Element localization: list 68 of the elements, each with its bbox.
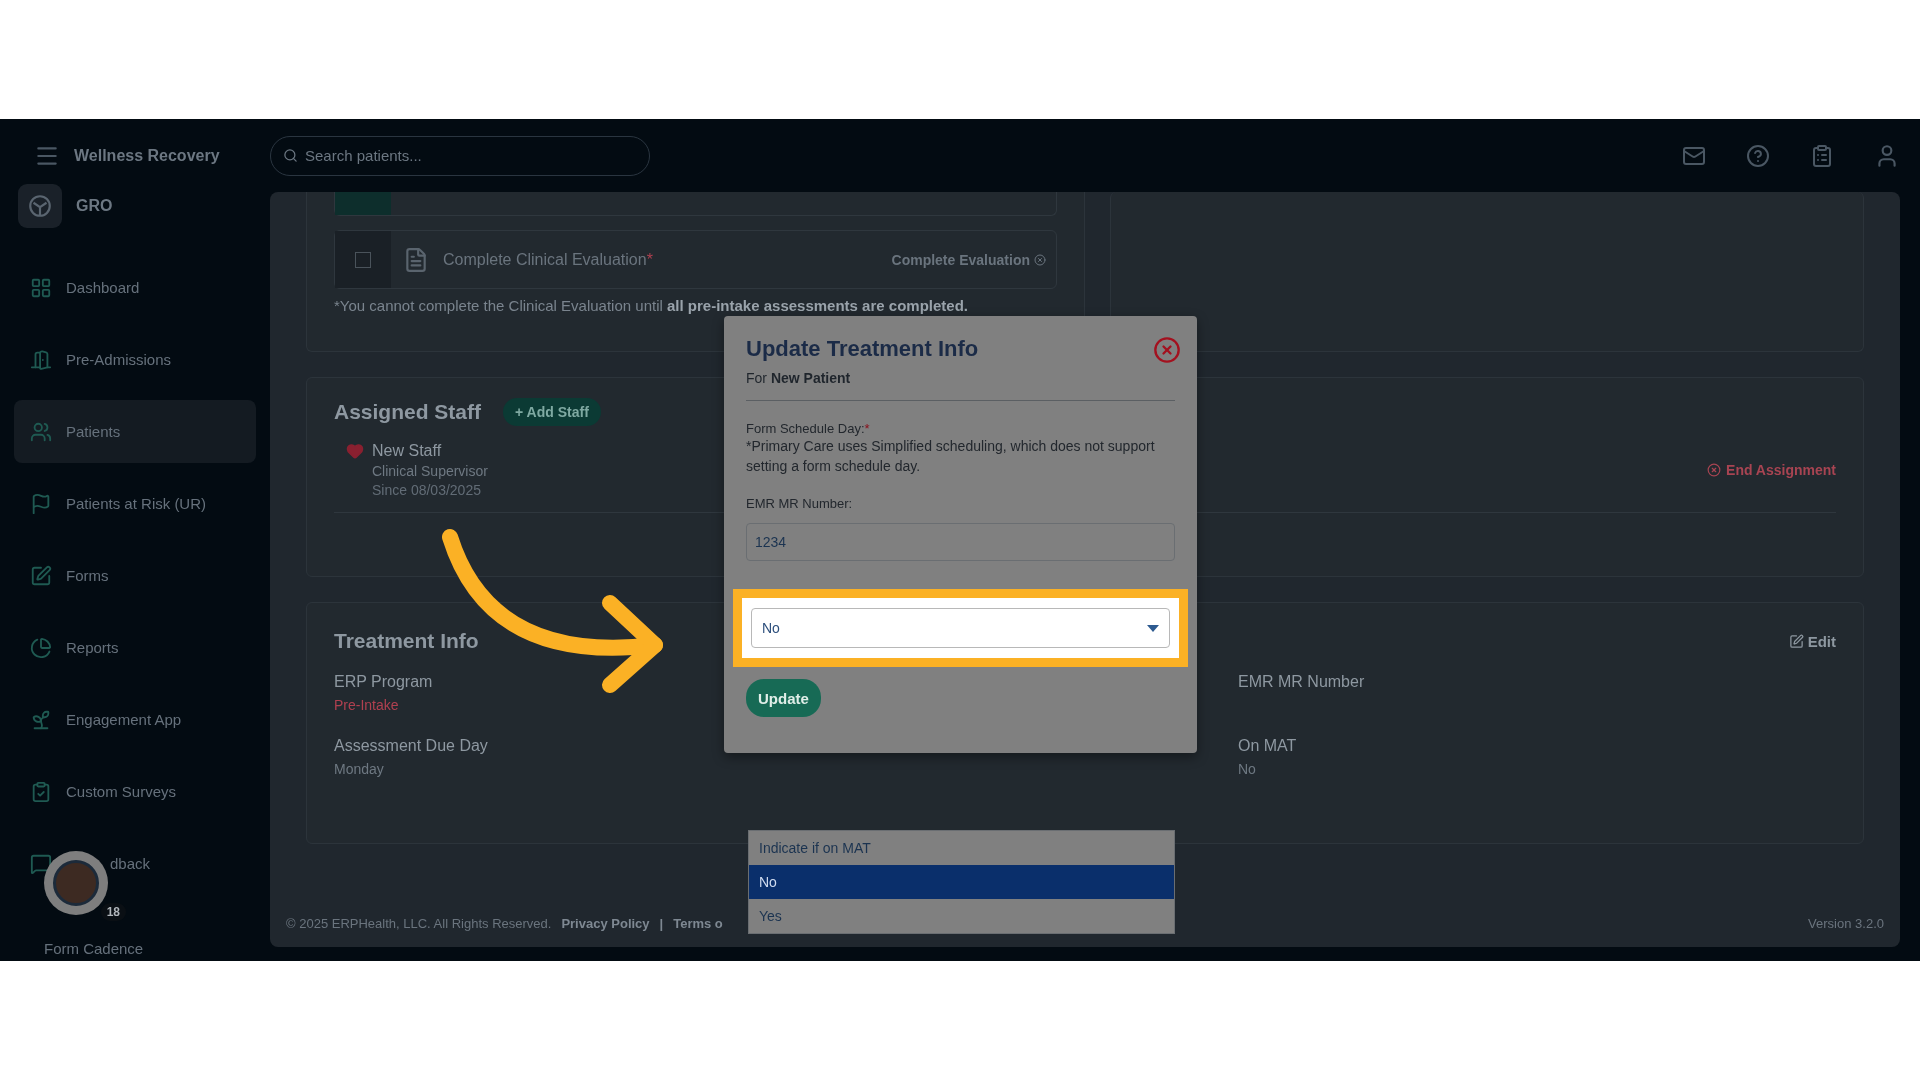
- brand-name: GRO: [76, 197, 113, 215]
- users-icon: [30, 420, 52, 443]
- end-assignment-link[interactable]: End Assignment: [1707, 462, 1836, 478]
- count-badge: 18: [100, 903, 126, 921]
- clipboard-icon[interactable]: [1810, 143, 1834, 168]
- field-value: Pre-Intake: [334, 697, 399, 713]
- footer-link[interactable]: Privacy Policy: [561, 915, 650, 931]
- staff-role: Clinical Supervisor: [372, 463, 488, 479]
- sidebar-item[interactable]: Pre-Admissions: [14, 328, 256, 391]
- schedule-note: *Primary Care uses Simplified scheduling, which does not support setting a form schedule day.: [746, 437, 1156, 476]
- sidebar-item[interactable]: Dashboard: [14, 256, 256, 319]
- footer-link[interactable]: Terms o: [673, 915, 723, 931]
- field-value: No: [1238, 761, 1256, 777]
- section-title: Treatment Info: [334, 629, 479, 653]
- circle-x-icon: [1707, 463, 1722, 477]
- clipboard-icon: [30, 780, 52, 803]
- search-icon: [283, 147, 298, 163]
- edit-link[interactable]: Edit: [1788, 632, 1836, 650]
- task-title: Complete Clinical Evaluation*: [443, 250, 653, 269]
- emr-input[interactable]: 1234: [746, 523, 1175, 561]
- sidebar-item[interactable]: Custom Surveys: [14, 760, 256, 823]
- grid-icon: [30, 276, 52, 299]
- helper-avatar[interactable]: [44, 851, 108, 915]
- task-checkbox[interactable]: [355, 251, 371, 268]
- sidebar-item[interactable]: Engagement App: [14, 688, 256, 751]
- helper-caption: Form Cadence: [44, 940, 144, 957]
- task-action-link[interactable]: Complete Evaluation: [891, 251, 1046, 268]
- heart-icon: [346, 442, 364, 460]
- link-separator: |: [659, 915, 664, 931]
- field-label: On MAT: [1238, 737, 1297, 755]
- sidebar-item[interactable]: Patients at Risk (UR): [14, 472, 256, 535]
- mat-select[interactable]: No: [751, 608, 1170, 648]
- document-icon: [403, 246, 429, 273]
- dialog-subtitle: For New Patient: [746, 370, 1175, 401]
- brand-logo: [18, 184, 62, 228]
- flag-icon: [30, 492, 52, 515]
- edit-icon: [1788, 633, 1804, 649]
- field-value: Monday: [334, 761, 384, 777]
- section-title: Assigned Staff: [334, 400, 482, 424]
- dropdown-option[interactable]: Indicate if on MAT: [749, 831, 1174, 865]
- search-field[interactable]: Search patients...: [270, 135, 650, 176]
- add-staff-button[interactable]: + Add Staff: [503, 398, 601, 426]
- sidebar-item[interactable]: Reports: [14, 616, 256, 679]
- field-label: Assessment Due Day: [334, 737, 488, 755]
- pen-square-icon: [30, 564, 52, 587]
- staff-name: New Staff: [372, 442, 442, 460]
- field-label: ERP Program: [334, 673, 433, 691]
- sidebar-item[interactable]: Patients: [14, 400, 256, 463]
- field-label: EMR MR Number: [1238, 673, 1365, 691]
- caret-icon: [1147, 624, 1159, 632]
- sprout-icon: [30, 708, 52, 731]
- field-label: Form Schedule Day:*: [746, 421, 871, 436]
- copyright-text: © 2025 ERPHealth, LLC. All Rights Reserved.: [286, 915, 552, 931]
- organization-name: Wellness Recovery: [74, 146, 220, 165]
- pie-chart-icon: [30, 636, 52, 659]
- close-icon[interactable]: [1153, 336, 1181, 364]
- dialog-title: Update Treatment Info: [746, 336, 979, 362]
- door-icon: [30, 348, 52, 371]
- version-text: Version 3.2.0: [1808, 915, 1884, 931]
- circle-x-icon: [1034, 253, 1046, 266]
- dropdown-option[interactable]: No: [749, 865, 1174, 899]
- help-icon[interactable]: [1746, 143, 1770, 168]
- task-note: *You cannot complete the Clinical Evaluation until all pre-intake assessments are completed.: [334, 297, 969, 314]
- update-button[interactable]: Update: [746, 679, 821, 717]
- sidebar-item[interactable]: Forms: [14, 544, 256, 607]
- staff-since: Since 08/03/2025: [372, 482, 481, 498]
- dropdown-option[interactable]: Yes: [749, 899, 1174, 933]
- field-label: EMR MR Number:: [746, 496, 854, 511]
